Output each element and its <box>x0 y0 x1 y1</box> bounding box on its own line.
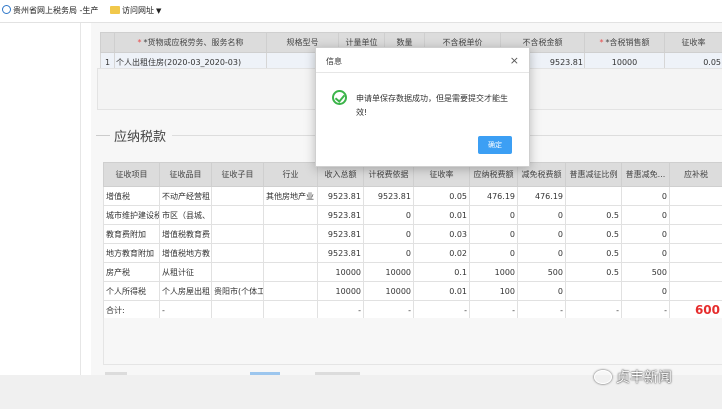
close-icon[interactable]: × <box>510 54 519 67</box>
success-check-icon <box>332 90 347 105</box>
dialog-header: 信息 × <box>316 48 529 73</box>
ok-button[interactable]: 确定 <box>478 136 512 154</box>
info-dialog: 信息 × 申请单保存数据成功，但是需要提交才能生效! 确定 <box>315 47 530 167</box>
modal-overlay: 信息 × 申请单保存数据成功，但是需要提交才能生效! 确定 <box>0 0 722 409</box>
dialog-title: 信息 <box>326 57 342 66</box>
dialog-message: 申请单保存数据成功，但是需要提交才能生效! <box>356 94 508 117</box>
